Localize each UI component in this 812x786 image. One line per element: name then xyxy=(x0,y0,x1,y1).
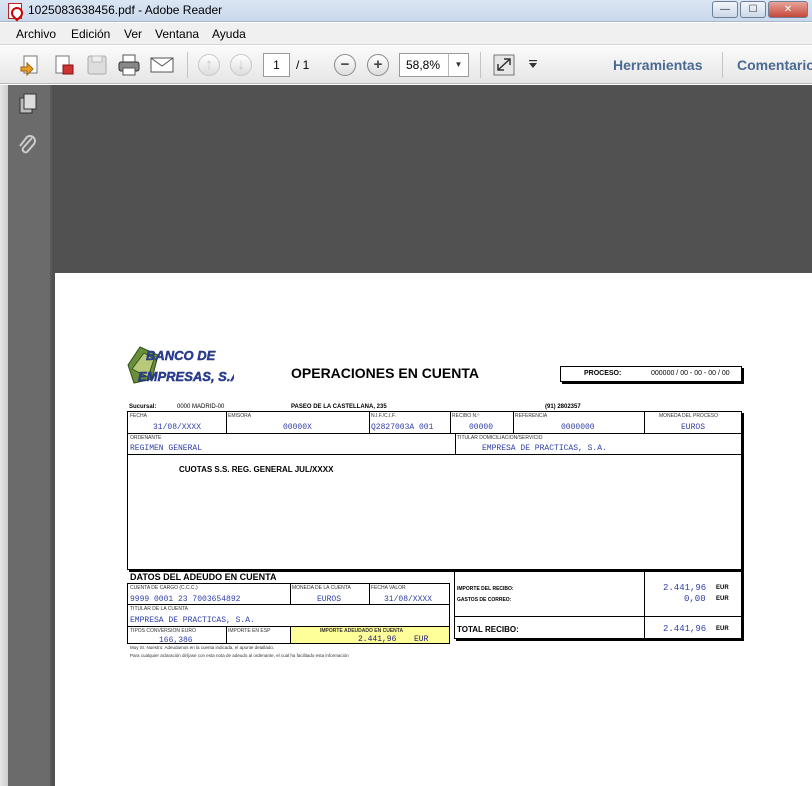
export-pdf-icon[interactable] xyxy=(51,53,77,77)
gastos-value: 0,00 xyxy=(684,594,706,604)
menu-ver[interactable]: Ver xyxy=(124,27,142,41)
nif-label: N.I.F./C.I.F. xyxy=(371,413,396,419)
importe-esp-label: IMPORTE EN ESP xyxy=(228,628,271,634)
total-value: 2.441,96 xyxy=(663,624,707,634)
email-icon[interactable] xyxy=(149,53,175,77)
page-number-input[interactable]: 1 xyxy=(263,53,290,77)
proceso-label: PROCESO: xyxy=(584,370,622,377)
emisora-value: 00000X xyxy=(283,423,312,432)
print-icon[interactable] xyxy=(116,53,142,77)
menu-edicion[interactable]: Edición xyxy=(71,27,110,41)
tipo-conversion-label: TIPOS CONVERSION EURO xyxy=(130,628,196,634)
datos-adeudo-title: DATOS DEL ADEUDO EN CUENTA xyxy=(130,572,277,582)
moneda-proceso-value: EUROS xyxy=(681,423,706,432)
fit-page-icon[interactable] xyxy=(491,53,517,77)
titular-domiciliacion-value: EMPRESA DE PRACTICAS, S.A. xyxy=(482,444,607,453)
zoom-in-button[interactable]: + xyxy=(367,54,389,76)
concepto: CUOTAS S.S. REG. GENERAL JUL/XXXX xyxy=(179,465,334,474)
sucursal-value: 0000 MADRID-00 xyxy=(177,404,225,410)
menu-ayuda[interactable]: Ayuda xyxy=(212,27,246,41)
importe-adeudado-value: 2.441,96 xyxy=(358,635,397,644)
bank-name-line1: BANCO DE xyxy=(146,348,216,363)
titular-domiciliacion-label: TITULAR DOMICILIACION/SERVICIO xyxy=(457,435,543,441)
cuenta-cargo-value: 9999 0001 23 7003654892 xyxy=(130,595,241,604)
toolbar-more-icon[interactable] xyxy=(523,53,543,77)
receipt-header-box xyxy=(127,411,742,570)
tools-button[interactable]: Herramientas xyxy=(613,57,703,73)
gastos-currency: EUR xyxy=(716,596,729,602)
fecha-value: 31/08/XXXX xyxy=(153,423,202,432)
maximize-button[interactable]: ☐ xyxy=(740,1,766,18)
bank-address: PASEO DE LA CASTELLANA, 235 xyxy=(291,404,387,410)
titular-cuenta-value: EMPRESA DE PRACTICAS, S.A. xyxy=(130,616,255,625)
bank-name-line2: EMPRESAS, S.A. xyxy=(138,369,234,384)
pdf-icon xyxy=(8,3,22,19)
fecha-valor-label: FECHA VALOR xyxy=(371,585,406,591)
page-total: / 1 xyxy=(296,58,310,72)
importe-adeudado-currency: EUR xyxy=(414,635,429,644)
create-pdf-icon[interactable] xyxy=(18,53,44,77)
emisora-label: EMISORA xyxy=(228,413,252,419)
document-heading: OPERACIONES EN CUENTA xyxy=(291,365,479,381)
bank-logo: BANCO DE EMPRESAS, S.A. xyxy=(127,346,234,384)
arrow-down-icon: ↓ xyxy=(237,56,245,73)
arrow-up-icon: ↑ xyxy=(205,56,213,73)
zoom-select[interactable]: 58,8% ▼ xyxy=(399,53,469,77)
gastos-label: GASTOS DE CORREO: xyxy=(457,597,512,603)
importe-adeudado-label: IMPORTE ADEUDADO EN CUENTA xyxy=(320,628,404,634)
next-page-button[interactable]: ↓ xyxy=(230,54,252,76)
minus-icon: − xyxy=(340,56,350,73)
bank-phone: (91) 2802357 xyxy=(545,404,581,410)
window-titlebar: 1025083638456.pdf - Adobe Reader — ☐ ✕ xyxy=(0,0,812,22)
window-title: 1025083638456.pdf - Adobe Reader xyxy=(28,3,223,17)
total-label: TOTAL RECIBO: xyxy=(457,625,519,634)
proceso-value: 000000 / 00 - 00 - 00 / 00 xyxy=(651,370,730,377)
moneda-cuenta-label: MONEDA DE LA CUENTA xyxy=(292,585,351,591)
importe-recibo-value: 2.441,96 xyxy=(663,583,707,593)
moneda-proceso-label: MONEDA DEL PROCESO xyxy=(659,413,718,419)
nif-value: Q2827003A 001 xyxy=(371,423,434,432)
cuenta-cargo-label: CUENTA DE CARGO (C.C.C.) xyxy=(130,585,198,591)
referencia-value: 0000000 xyxy=(561,423,595,432)
pages-icon[interactable] xyxy=(17,92,39,116)
menu-bar: Archivo Edición Ver Ventana Ayuda xyxy=(0,23,812,45)
note-line-1: Muy Sr. Nuestro: Adeudamos en la cuenta … xyxy=(130,645,275,650)
pdf-page: BANCO DE EMPRESAS, S.A. OPERACIONES EN C… xyxy=(55,273,812,786)
ordenante-value: REGIMEN GENERAL xyxy=(130,444,203,453)
navigation-panel xyxy=(0,85,52,786)
menu-ventana[interactable]: Ventana xyxy=(155,27,199,41)
zoom-out-button[interactable]: − xyxy=(334,54,356,76)
recibo-value: 00000 xyxy=(469,423,494,432)
fecha-label: FECHA xyxy=(130,413,147,419)
moneda-cuenta-value: EUROS xyxy=(317,595,342,604)
importe-recibo-label: IMPORTE DEL RECIBO: xyxy=(457,586,514,592)
minimize-button[interactable]: — xyxy=(712,1,738,18)
attachments-icon[interactable] xyxy=(17,134,39,160)
comment-button[interactable]: Comentario xyxy=(737,57,812,73)
tipo-conversion-value: 166,386 xyxy=(159,636,193,645)
sucursal-label: Sucursal: xyxy=(129,404,157,410)
titular-cuenta-label: TITULAR DE LA CUENTA xyxy=(130,606,188,612)
plus-icon: + xyxy=(373,56,383,73)
close-button[interactable]: ✕ xyxy=(768,1,808,18)
ordenante-label: ORDENANTE xyxy=(130,435,162,441)
note-line-2: Para cualquier aclaración diríjase con e… xyxy=(130,653,349,658)
proceso-box: PROCESO: 000000 / 00 - 00 - 00 / 00 xyxy=(560,366,742,382)
importe-recibo-currency: EUR xyxy=(716,585,729,591)
fecha-valor-value: 31/08/XXXX xyxy=(384,595,433,604)
recibo-label: RECIBO N.º xyxy=(452,413,480,419)
referencia-label: REFERENCIA xyxy=(515,413,548,419)
chevron-down-icon[interactable]: ▼ xyxy=(448,54,468,76)
save-icon[interactable] xyxy=(84,53,110,77)
total-currency: EUR xyxy=(716,626,729,632)
menu-archivo[interactable]: Archivo xyxy=(16,27,56,41)
zoom-value: 58,8% xyxy=(406,58,441,72)
previous-page-button[interactable]: ↑ xyxy=(198,54,220,76)
